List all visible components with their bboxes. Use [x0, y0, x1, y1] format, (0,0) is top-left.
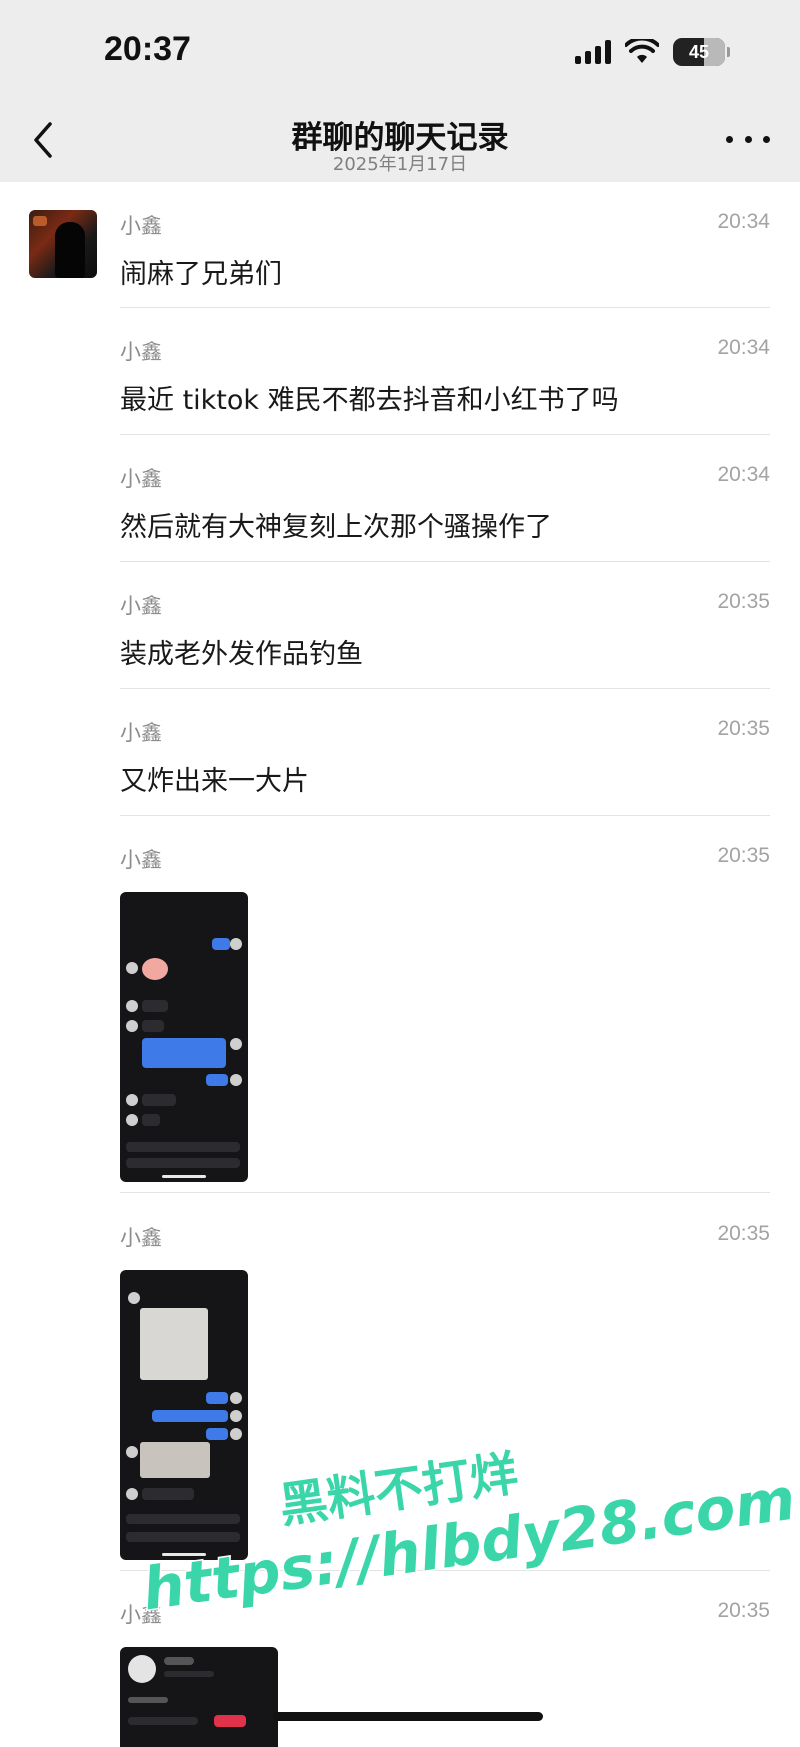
sender-name: 小鑫	[120, 721, 162, 745]
more-button[interactable]	[726, 124, 770, 154]
wifi-icon	[625, 39, 659, 63]
message-time: 20:35	[717, 1599, 770, 1622]
divider	[120, 1192, 770, 1193]
sender-name: 小鑫	[120, 467, 162, 491]
divider	[120, 434, 770, 435]
status-bar: 20:37 45	[0, 0, 800, 100]
more-dot-icon	[763, 135, 770, 143]
message-time: 20:34	[717, 463, 770, 486]
message-time: 20:35	[717, 1222, 770, 1245]
avatar[interactable]	[29, 210, 97, 278]
nav-bar: 群聊的聊天记录 2025年1月17日	[0, 100, 800, 182]
message-text[interactable]: 然后就有大神复刻上次那个骚操作了	[120, 505, 552, 544]
message-time: 20:34	[717, 336, 770, 359]
list-item: 小鑫 20:34 最近 tiktok 难民不都去抖音和小红书了吗	[120, 336, 770, 436]
page-subtitle: 2025年1月17日	[332, 154, 468, 175]
status-time: 20:37	[104, 30, 191, 68]
image-thumbnail[interactable]	[120, 892, 248, 1182]
list-item: 小鑫 20:35	[120, 844, 770, 1184]
status-icons: 45	[575, 38, 730, 66]
message-time: 20:35	[717, 717, 770, 740]
divider	[120, 815, 770, 816]
sender-name: 小鑫	[120, 340, 162, 364]
battery-icon: 45	[673, 38, 725, 66]
message-text[interactable]: 又炸出来一大片	[120, 759, 309, 798]
message-text[interactable]: 装成老外发作品钓鱼	[120, 632, 363, 671]
list-item: 小鑫 20:34 然后就有大神复刻上次那个骚操作了	[120, 463, 770, 563]
image-thumbnail[interactable]	[120, 1647, 278, 1747]
signal-icon	[575, 40, 611, 64]
image-thumbnail[interactable]	[120, 1270, 248, 1560]
divider	[120, 307, 770, 308]
sender-name: 小鑫	[120, 1226, 162, 1250]
home-indicator	[273, 1712, 543, 1721]
more-dot-icon	[726, 135, 733, 143]
message-text[interactable]: 最近 tiktok 难民不都去抖音和小红书了吗	[120, 378, 619, 417]
list-item: 小鑫 20:35 又炸出来一大片	[120, 717, 770, 817]
message-time: 20:35	[717, 844, 770, 867]
list-item: 小鑫 20:35 装成老外发作品钓鱼	[120, 590, 770, 690]
sender-name: 小鑫	[120, 214, 162, 238]
message-time: 20:35	[717, 590, 770, 613]
divider	[120, 561, 770, 562]
sender-name: 小鑫	[120, 848, 162, 872]
list-item: 小鑫 20:34 闹麻了兄弟们	[120, 210, 770, 310]
divider	[120, 688, 770, 689]
more-dot-icon	[744, 135, 752, 143]
sender-name: 小鑫	[120, 594, 162, 618]
message-time: 20:34	[717, 210, 770, 233]
battery-level: 45	[688, 41, 710, 62]
battery-cap	[727, 47, 730, 57]
message-text[interactable]: 闹麻了兄弟们	[120, 252, 282, 291]
